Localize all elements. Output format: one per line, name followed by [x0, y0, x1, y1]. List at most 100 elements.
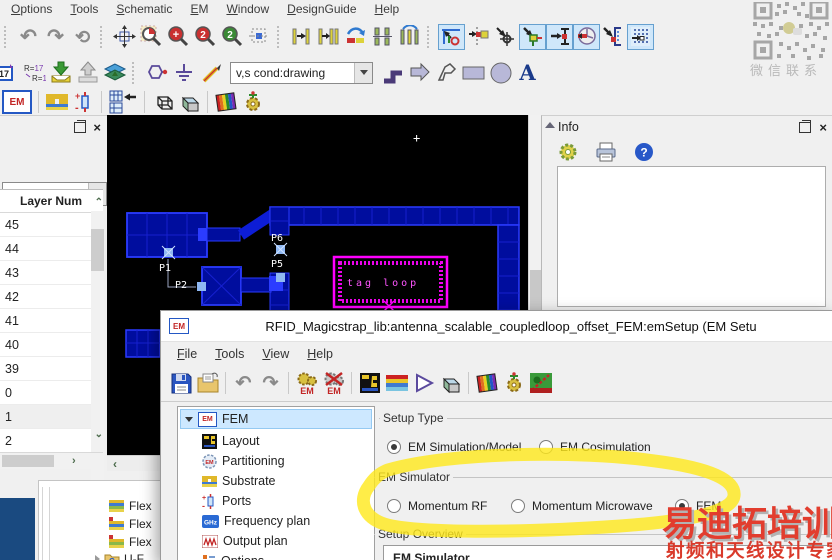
zoom-selection-icon[interactable]	[246, 24, 273, 50]
layer-row[interactable]: 45	[0, 213, 103, 237]
close-panel-icon[interactable]: ×	[819, 121, 827, 134]
radio-em-cosimulation[interactable]: EM Cosimulation	[539, 440, 651, 454]
scrollbar-thumb[interactable]	[91, 229, 104, 271]
pin-distribute-icon[interactable]	[396, 24, 423, 50]
view-3d-icon[interactable]	[437, 370, 464, 396]
menu-em[interactable]: EM	[181, 2, 217, 16]
antenna-gear-icon[interactable]	[239, 89, 266, 115]
snap-to-grid-icon[interactable]	[106, 89, 140, 115]
thick-trace-icon[interactable]	[379, 60, 406, 86]
dialog-menu-view[interactable]: View	[254, 347, 299, 361]
menu-tools[interactable]: Tools	[61, 2, 107, 16]
menu-schematic[interactable]: Schematic	[107, 2, 181, 16]
pin-align-green-icon[interactable]	[369, 24, 396, 50]
dialog-menu-help[interactable]: Help	[299, 347, 343, 361]
layer-row[interactable]: 44	[0, 237, 103, 261]
scrollbar-thumb[interactable]	[2, 455, 54, 467]
redo-button[interactable]: ↷	[42, 24, 69, 50]
tree-item-output-plan[interactable]: Output plan	[178, 531, 374, 551]
list-item[interactable]: C U-F	[95, 550, 144, 560]
edge-pin-icon[interactable]	[546, 23, 573, 50]
radio-momentum-rf[interactable]: Momentum RF	[387, 499, 487, 513]
port-editor-icon[interactable]: + -	[70, 89, 97, 115]
dialog-menu-tools[interactable]: Tools	[207, 347, 254, 361]
expander-icon[interactable]	[95, 554, 100, 560]
layer-horizontal-scrollbar[interactable]: ›	[0, 452, 103, 469]
pin-join-icon[interactable]	[315, 24, 342, 50]
radio-momentum-microwave[interactable]: Momentum Microwave	[511, 499, 653, 513]
menu-window[interactable]: Window	[217, 2, 278, 16]
tree-item-layout[interactable]: Layout	[178, 431, 374, 451]
scrollbar-thumb[interactable]	[530, 270, 541, 310]
pin-spread-icon[interactable]	[288, 24, 315, 50]
scroll-right-arrow[interactable]: ›	[72, 455, 76, 467]
tree-item-frequency-plan[interactable]: GHz Frequency plan	[178, 511, 374, 531]
tree-item-fem[interactable]: EM FEM	[180, 409, 372, 429]
list-item[interactable]: Flex	[109, 497, 152, 514]
view-3d-solid-icon[interactable]	[176, 89, 203, 115]
undo-button[interactable]: ↶	[15, 24, 42, 50]
layer-select-combo[interactable]: v,s cond:drawing	[230, 61, 373, 84]
em-stop-icon[interactable]: EM	[320, 370, 347, 396]
circle-tool-icon[interactable]	[487, 60, 514, 86]
settings-gear-icon[interactable]	[558, 142, 578, 167]
polyline-arrow-icon[interactable]	[433, 60, 460, 86]
radio-button[interactable]	[539, 440, 553, 454]
layer-row[interactable]: 39	[0, 357, 103, 381]
layer-row[interactable]: 41	[0, 309, 103, 333]
dialog-menu-file[interactable]: File	[169, 347, 207, 361]
rotation-pin-icon[interactable]	[573, 23, 600, 50]
insert-pin-icon[interactable]	[438, 23, 465, 50]
variable-r17-icon[interactable]: R=17R=17	[20, 60, 47, 86]
layer-row-selected[interactable]: 1	[0, 405, 103, 429]
help-icon[interactable]: ?	[634, 142, 654, 167]
float-panel-icon[interactable]	[74, 119, 87, 133]
push-into-hierarchy-icon[interactable]	[47, 60, 74, 86]
insert-component-icon[interactable]	[143, 60, 170, 86]
mesh-settings-icon[interactable]	[627, 23, 654, 50]
pin-inline-icon[interactable]	[465, 24, 492, 50]
far-field-icon[interactable]	[527, 370, 554, 396]
float-panel-icon[interactable]	[799, 119, 812, 133]
area-pin-icon[interactable]	[519, 23, 546, 50]
list-item[interactable]: Flex	[109, 515, 152, 532]
edge-port-icon[interactable]	[600, 24, 627, 50]
layer-stack-rainbow-icon[interactable]	[473, 370, 500, 396]
undo-button[interactable]: ↶	[230, 370, 257, 396]
close-panel-icon[interactable]: ×	[93, 121, 101, 134]
tree-item-substrate[interactable]: Substrate	[178, 471, 374, 491]
layer-row[interactable]: 0	[0, 381, 103, 405]
radio-button[interactable]	[511, 499, 525, 513]
print-icon[interactable]	[595, 142, 617, 167]
zoom-out-2x-icon[interactable]: 2	[219, 24, 246, 50]
insert-via-icon[interactable]	[492, 24, 519, 50]
em-simulate-icon[interactable]: EM	[293, 370, 320, 396]
radio-em-simulation-model[interactable]: EM Simulation/Model	[387, 440, 521, 454]
rectangle-tool-icon[interactable]	[460, 60, 487, 86]
expander-icon[interactable]	[185, 416, 193, 422]
collapse-panel-icon[interactable]	[545, 122, 555, 128]
radio-button[interactable]	[387, 499, 401, 513]
tree-item-options[interactable]: Options	[178, 551, 374, 560]
pan-view-icon[interactable]	[111, 24, 138, 50]
layer-row[interactable]: 2	[0, 429, 103, 453]
path-arrow-icon[interactable]	[406, 60, 433, 86]
tree-item-partitioning[interactable]: EM Partitioning	[178, 451, 374, 471]
push-stack-icon[interactable]	[101, 60, 128, 86]
swap-layers-icon[interactable]	[342, 24, 369, 50]
undo-list-button[interactable]: ⟲	[69, 24, 96, 50]
draw-trace-icon[interactable]	[197, 60, 224, 86]
simulate-arrow-icon[interactable]	[410, 370, 437, 396]
menu-options[interactable]: Options	[2, 2, 61, 16]
substrate-icon[interactable]	[383, 370, 410, 396]
antenna-gear-icon[interactable]	[500, 370, 527, 396]
save-button[interactable]	[167, 370, 194, 396]
layer-row[interactable]: 42	[0, 285, 103, 309]
open-button[interactable]	[194, 370, 221, 396]
pop-out-hierarchy-icon[interactable]	[74, 60, 101, 86]
list-item[interactable]: Flex	[109, 533, 152, 550]
zoom-in-2x-icon[interactable]: 2	[192, 24, 219, 50]
zoom-area-icon[interactable]	[138, 24, 165, 50]
em-setup-button[interactable]: EM	[0, 89, 34, 115]
count-17-icon[interactable]: 17	[0, 60, 20, 86]
